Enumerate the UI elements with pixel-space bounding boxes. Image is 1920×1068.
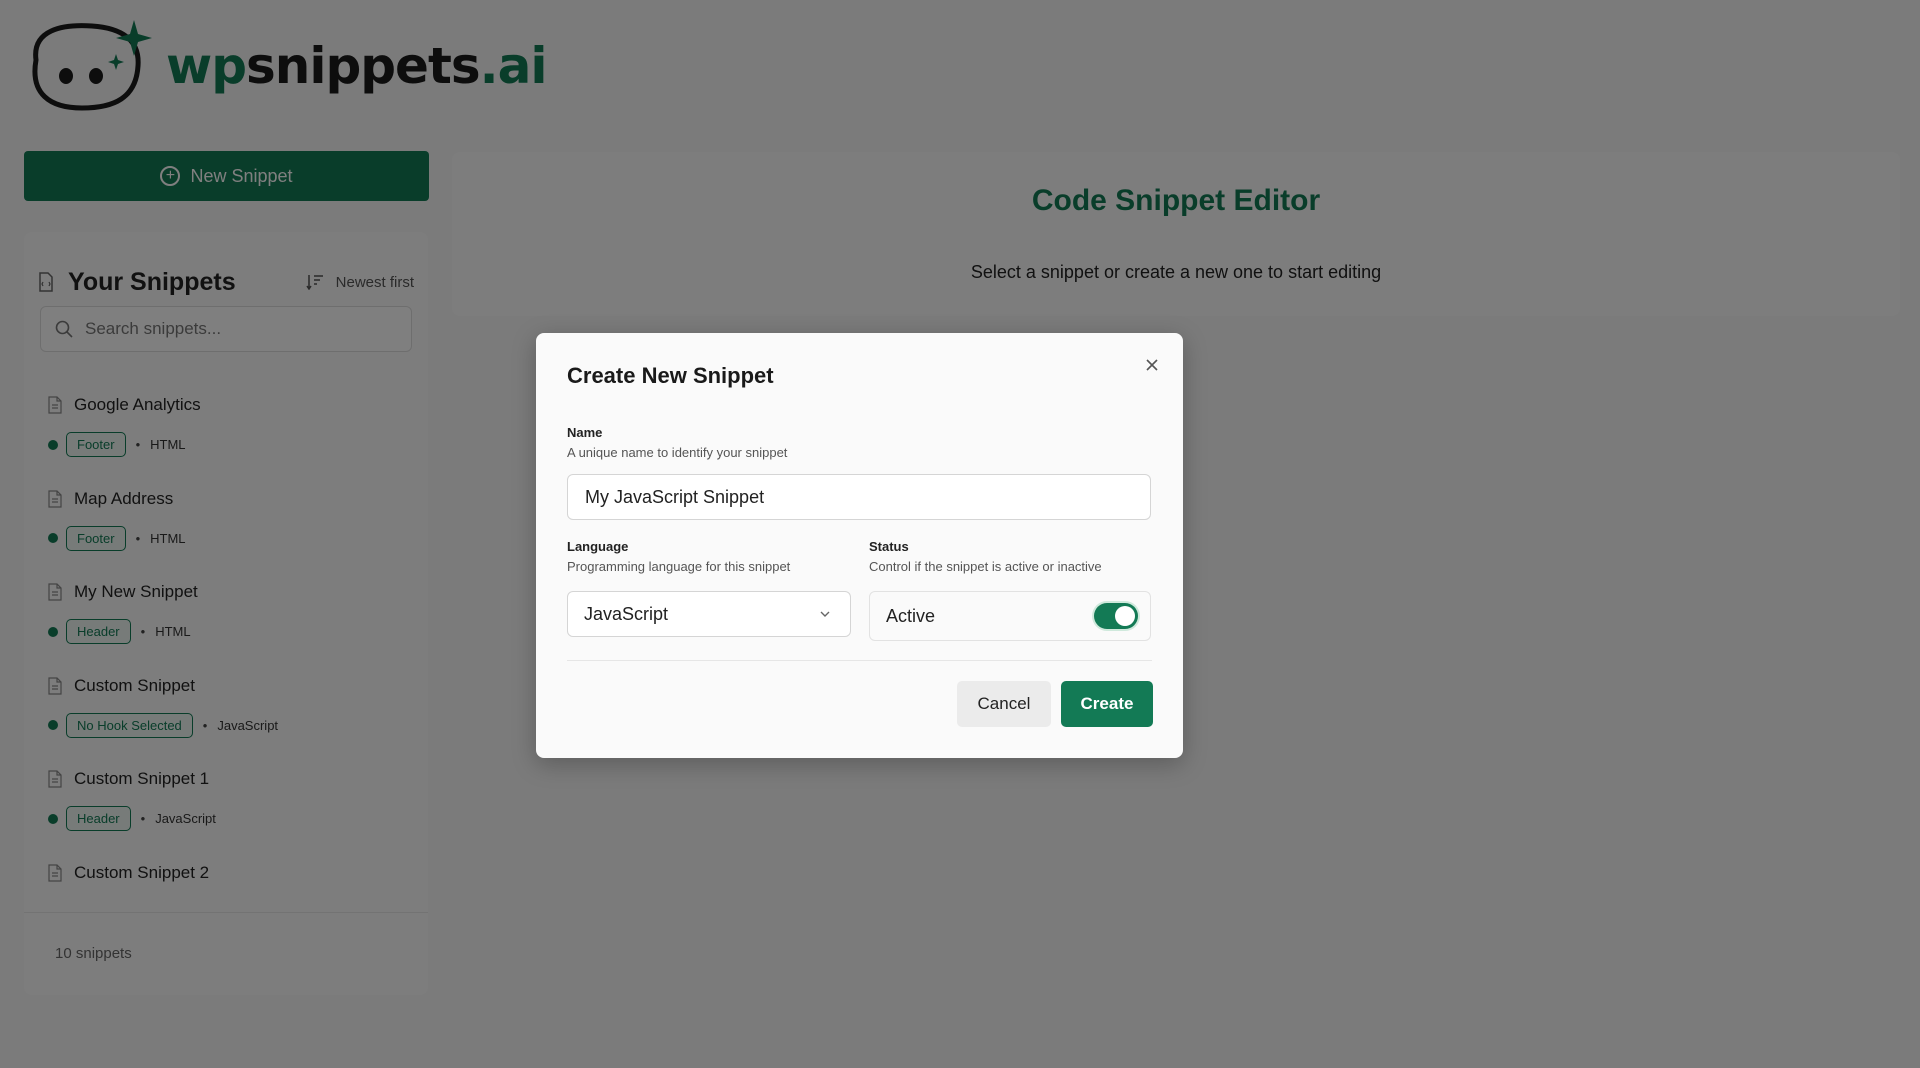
app-root: wpsnippets.ai + New Snippet Your Snippet… [0,0,1920,1068]
language-help: Programming language for this snippet [567,559,791,574]
status-value: Active [886,605,936,626]
language-value: JavaScript [584,603,669,624]
language-select[interactable]: JavaScript [567,591,851,637]
cancel-button[interactable]: Cancel [957,681,1051,727]
status-help: Control if the snippet is active or inac… [869,559,1102,574]
create-snippet-dialog: Create New Snippet Name A unique name to… [536,333,1183,758]
name-help: A unique name to identify your snippet [567,445,788,460]
status-control: Active [869,591,1151,641]
chevron-down-icon [820,611,830,617]
close-icon[interactable] [1142,355,1162,375]
snippet-name-input[interactable] [567,474,1151,520]
status-label: Status [869,539,909,554]
active-toggle[interactable] [1094,603,1138,629]
name-label: Name [567,425,603,440]
toggle-knob [1115,606,1135,626]
create-button[interactable]: Create [1061,681,1153,727]
dialog-title: Create New Snippet [567,363,774,388]
dialog-divider [567,660,1152,661]
language-label: Language [567,539,629,554]
